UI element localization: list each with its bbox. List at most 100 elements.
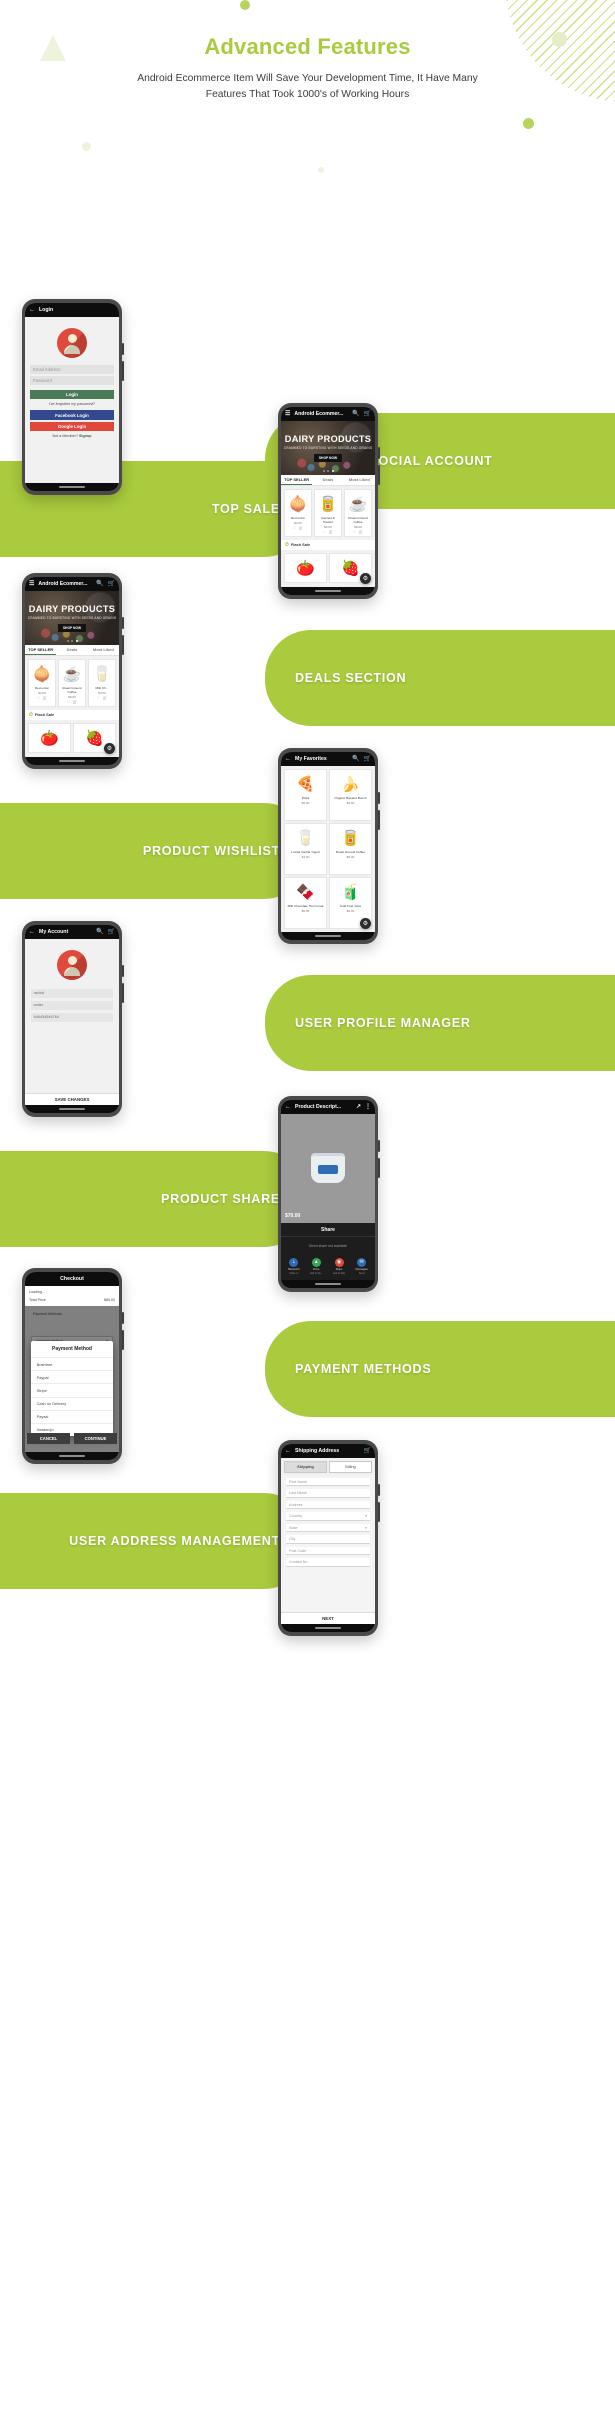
shop-now-button[interactable]: SHOP NOW — [313, 453, 343, 462]
cart-icon[interactable]: 🛒 — [108, 581, 115, 587]
cart-icon[interactable]: 🛒 — [364, 1448, 371, 1454]
more-vertical-icon[interactable]: ⋮ — [365, 1104, 371, 1110]
tab-top-seller[interactable]: TOP SELLER — [25, 645, 57, 655]
tab-top-seller[interactable]: TOP SELLER — [281, 475, 313, 485]
cart-icon[interactable]: 🛒 — [108, 929, 115, 935]
arrow-left-icon[interactable]: ← — [285, 1104, 291, 1110]
forgot-password-link[interactable]: I've forgotten my password? — [49, 402, 95, 406]
heart-icon[interactable]: ♡ — [323, 530, 326, 534]
google-login-button[interactable]: Google Login — [30, 421, 114, 432]
cart-icon[interactable]: 🛒 — [103, 696, 107, 700]
username-field[interactable]: coder — [30, 1000, 114, 1010]
cart-icon[interactable]: 🛒 — [299, 526, 303, 530]
favorite-item[interactable]: 🥛 Lowfat Vanilla Yogurt $3.00 — [284, 822, 327, 875]
product-card[interactable]: ☕ Roast Ground Coffee $8.00 ♡ 🛒 — [58, 658, 86, 707]
payment-option[interactable]: Paypal — [30, 1370, 114, 1383]
city-field[interactable]: City — [286, 1535, 370, 1544]
name-field[interactable]: rachid — [30, 988, 114, 998]
login-button[interactable]: Login — [30, 389, 114, 400]
share-target-sub: Add to My... — [309, 1271, 323, 1275]
settings-icon[interactable]: ⚙ — [104, 742, 115, 754]
facebook-login-button[interactable]: Facebook Login — [30, 410, 114, 420]
search-icon[interactable]: 🔍 — [96, 929, 103, 935]
hamburger-icon[interactable]: ☰ — [29, 581, 34, 587]
signup-prompt[interactable]: Not a Member? Signup — [53, 434, 92, 438]
payment-option[interactable]: Cash on Delivery — [30, 1396, 114, 1410]
product-card[interactable]: 🥫 Canned & Packet $6.00 ♡ 🛒 — [314, 488, 342, 537]
payment-option[interactable]: Paysal — [30, 1409, 114, 1423]
address-field[interactable]: Address — [286, 1500, 370, 1510]
user-avatar-icon[interactable] — [57, 949, 87, 980]
arrow-left-icon[interactable]: ← — [29, 929, 35, 935]
search-icon[interactable]: 🔍 — [352, 411, 359, 417]
share-target-maps[interactable]: ◉ Maps Add to Map — [333, 1257, 345, 1275]
product-card[interactable]: 🧅 Red onion $4.00 ♡ 🛒 — [28, 658, 56, 707]
payment-option[interactable]: Stripe — [30, 1383, 114, 1396]
signup-link[interactable]: Signup — [79, 434, 92, 438]
tab-billing[interactable]: Billing — [329, 1460, 372, 1473]
heart-icon[interactable]: ♡ — [353, 530, 356, 534]
cancel-button[interactable]: CANCEL — [27, 1432, 70, 1444]
tab-most-liked[interactable]: Most Liked — [88, 645, 119, 655]
search-icon[interactable]: 🔍 — [352, 756, 359, 762]
share-target-messages[interactable]: ✉ Messages Send — [356, 1257, 368, 1275]
heart-icon[interactable]: ♡ — [97, 696, 100, 700]
product-actions[interactable]: ♡ 🛒 — [353, 530, 364, 534]
carousel-dots[interactable] — [66, 639, 78, 642]
search-icon[interactable]: 🔍 — [96, 581, 103, 587]
cart-icon[interactable]: 🛒 — [359, 530, 363, 534]
product-actions[interactable]: ♡ 🛒 — [293, 526, 304, 530]
carousel-dots[interactable] — [322, 469, 334, 472]
password-field[interactable]: Password — [30, 376, 114, 386]
product-card[interactable]: 🥛 Milk Ch... $3.00 ♡ 🛒 — [88, 658, 116, 707]
tab-deals[interactable]: Deals — [56, 645, 87, 655]
payment-option[interactable]: Braintree — [30, 1356, 114, 1370]
last-name-field[interactable]: Last Name — [286, 1489, 370, 1498]
arrow-left-icon[interactable]: ← — [29, 307, 35, 313]
share-target-drive[interactable]: ▲ Drive Add to My... — [309, 1257, 323, 1275]
tab-most-liked[interactable]: Most Liked — [344, 475, 375, 485]
first-name-field[interactable]: First Name — [286, 1477, 370, 1487]
save-changes-button[interactable]: SAVE CHANGES — [25, 1092, 119, 1105]
state-select[interactable]: State ▾ — [286, 1523, 370, 1533]
product-actions[interactable]: ♡ 🛒 — [97, 696, 108, 700]
product-card[interactable]: ☕ Roast Ground Coffee $8.00 ♡ 🛒 — [344, 488, 372, 537]
heart-icon[interactable]: ♡ — [37, 696, 40, 700]
cart-icon[interactable]: 🛒 — [73, 700, 77, 704]
cart-icon[interactable]: 🛒 — [364, 411, 371, 417]
product-actions[interactable]: ♡ 🛒 — [37, 696, 48, 700]
address-screen: ← Shipping Address 🛒 Shipping Billing Fi… — [281, 1443, 375, 1632]
product-card[interactable]: 🍅 — [284, 552, 327, 583]
country-select[interactable]: Country ▾ — [286, 1512, 370, 1521]
share-target-bluetooth[interactable]: ᛦ Bluetooth Share to — [288, 1257, 300, 1275]
hamburger-icon[interactable]: ☰ — [285, 411, 290, 417]
settings-icon[interactable]: ⚙ — [360, 917, 371, 929]
arrow-left-icon[interactable]: ← — [285, 1448, 291, 1454]
email-field[interactable]: Email Address — [30, 364, 114, 374]
tab-shipping[interactable]: Shipping — [284, 1460, 327, 1473]
settings-icon[interactable]: ⚙ — [360, 572, 371, 584]
next-button[interactable]: NEXT — [281, 1611, 375, 1624]
continue-button[interactable]: CONTINUE — [74, 1432, 117, 1444]
favorite-item[interactable]: 🍕 Pizza $9.00 — [284, 768, 327, 821]
share-icon[interactable]: ↗ — [356, 1104, 361, 1110]
cart-icon[interactable]: 🛒 — [364, 756, 371, 762]
shop-now-button[interactable]: SHOP NOW — [57, 623, 87, 632]
product-actions[interactable]: ♡ 🛒 — [67, 700, 78, 704]
product-card[interactable]: 🍅 — [28, 722, 71, 753]
post-code-field[interactable]: Post Code — [286, 1546, 370, 1556]
product-card[interactable]: 🧅 Red onion $4.00 ♡ 🛒 — [284, 488, 312, 537]
tab-deals[interactable]: Deals — [312, 475, 343, 485]
contact-no-field[interactable]: Contact No — [286, 1558, 370, 1567]
favorite-item[interactable]: 🍫 Milk Chocolate Hot Cocoa $5.00 — [284, 876, 327, 929]
arrow-left-icon[interactable]: ← — [285, 756, 291, 762]
favorite-item[interactable]: 🍌 Organic Banana Bunch $4.00 — [329, 768, 372, 821]
favorite-item[interactable]: 🥫 Roast Ground Coffee $8.00 — [329, 822, 372, 875]
heart-icon[interactable]: ♡ — [67, 700, 70, 704]
heart-icon[interactable]: ♡ — [293, 526, 296, 530]
product-actions[interactable]: ♡ 🛒 — [323, 530, 334, 534]
hero-subtitle: CRAMMED TO BURSTING WITH SEEDS AND GRAIN… — [283, 445, 373, 450]
phone-field[interactable]: 646454546764 — [30, 1012, 114, 1022]
cart-icon[interactable]: 🛒 — [329, 530, 333, 534]
cart-icon[interactable]: 🛒 — [43, 696, 47, 700]
